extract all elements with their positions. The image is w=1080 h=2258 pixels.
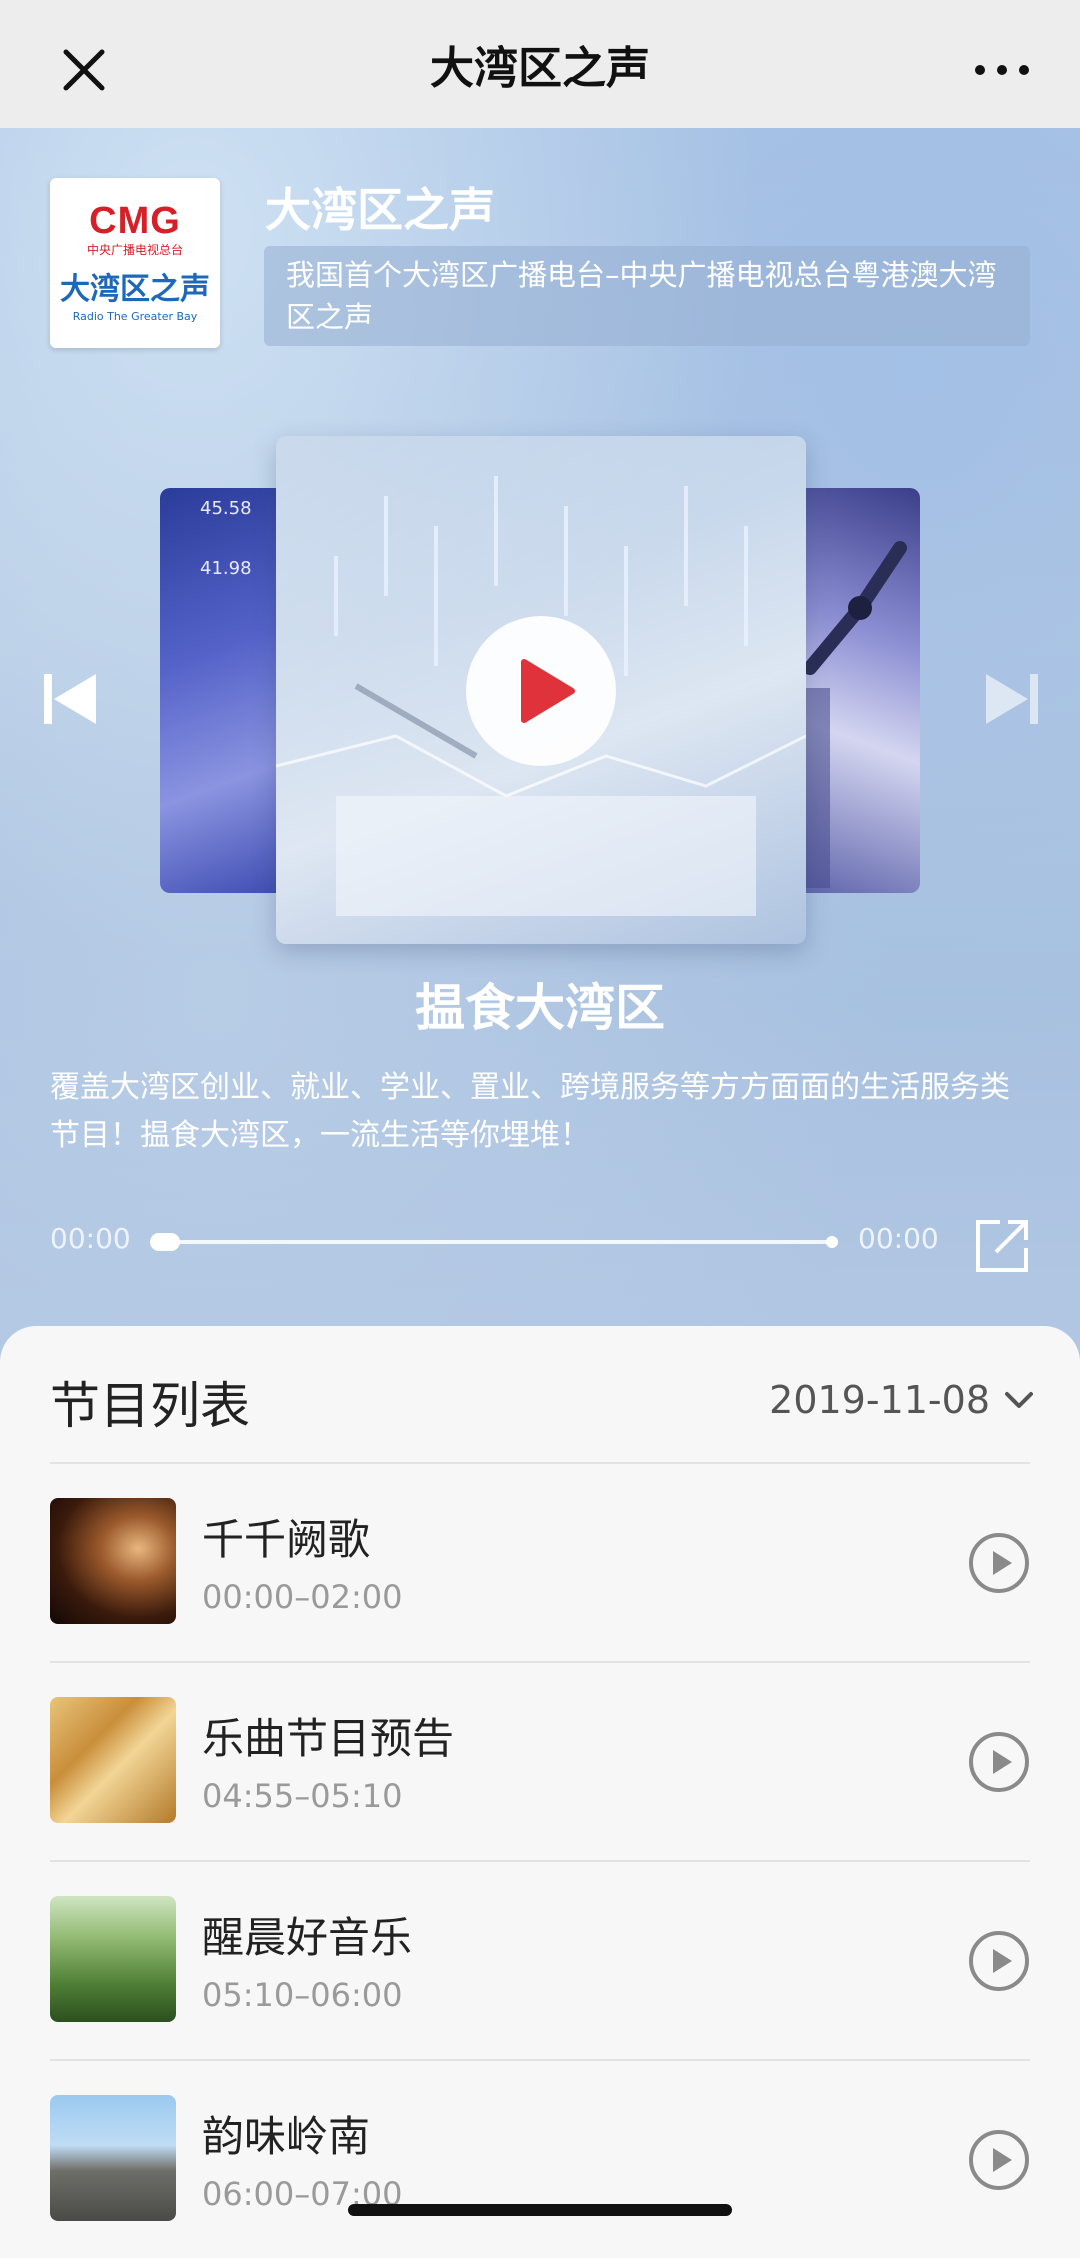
date-picker-value: 2019-11-08 — [769, 1378, 990, 1422]
current-time: 00:00 — [50, 1222, 131, 1255]
program-thumbnail — [50, 2095, 176, 2221]
program-item-time: 00:00–02:00 — [202, 1578, 403, 1616]
total-time: 00:00 — [858, 1222, 939, 1255]
card-number: 41.98 — [200, 558, 252, 579]
page-title: 大湾区之声 — [430, 43, 650, 94]
play-circle-icon[interactable] — [968, 2129, 1030, 2191]
program-description: 覆盖大湾区创业、就业、学业、置业、跨境服务等方方面面的生活服务类节目！揾食大湾区… — [50, 1070, 1010, 1153]
next-track-icon[interactable] — [982, 670, 1042, 728]
schedule-sheet: 节目列表 2019-11-08 千千阙歌 00:00–02:00 乐曲节目预告 … — [0, 1326, 1080, 2237]
list-item[interactable]: 醒晨好音乐 05:10–06:00 — [50, 1862, 1030, 2061]
list-item[interactable]: 乐曲节目预告 04:55–05:10 — [50, 1663, 1030, 1862]
list-item[interactable]: 韵味岭南 06:00–07:00 — [50, 2061, 1030, 2258]
progress-end-dot — [826, 1236, 838, 1248]
date-picker[interactable]: 2019-11-08 — [769, 1372, 1034, 1428]
program-list: 千千阙歌 00:00–02:00 乐曲节目预告 04:55–05:10 醒晨好音… — [0, 1464, 1080, 2258]
program-item-time: 05:10–06:00 — [202, 1976, 403, 2014]
share-icon[interactable] — [970, 1214, 1034, 1278]
schedule-title: 节目列表 — [50, 1377, 250, 1435]
program-thumbnail — [50, 1697, 176, 1823]
list-item[interactable]: 千千阙歌 00:00–02:00 — [50, 1464, 1030, 1663]
play-circle-icon[interactable] — [968, 1731, 1030, 1793]
previous-track-icon[interactable] — [40, 670, 100, 728]
play-button[interactable] — [466, 616, 616, 766]
program-item-title: 千千阙歌 — [202, 1515, 371, 1564]
station-name: 大湾区之声 — [265, 183, 495, 237]
logo-sub-text: 中央广播电视总台 — [86, 243, 183, 257]
program-item-time: 04:55–05:10 — [202, 1777, 403, 1815]
station-description: 我国首个大湾区广播电台–中央广播电视总台粤港澳大湾区之声 — [264, 246, 1030, 346]
home-indicator[interactable] — [348, 2204, 732, 2216]
card-number: 45.58 — [200, 498, 252, 519]
program-title: 揾食大湾区 — [415, 979, 665, 1037]
logo-cmg-text: CMG — [89, 200, 181, 242]
play-circle-icon[interactable] — [968, 1930, 1030, 1992]
program-item-title: 乐曲节目预告 — [202, 1714, 455, 1763]
chevron-down-icon — [1005, 1392, 1033, 1408]
station-logo: CMG 中央广播电视总台 大湾区之声 Radio The Greater Bay — [50, 178, 220, 348]
logo-en-text: Radio The Greater Bay — [72, 310, 198, 323]
program-item-title: 醒晨好音乐 — [202, 1913, 413, 1962]
play-circle-icon[interactable] — [968, 1532, 1030, 1594]
program-thumbnail — [50, 1498, 176, 1624]
more-horizontal-icon[interactable] — [970, 46, 1034, 94]
progress-knob[interactable] — [150, 1233, 180, 1251]
nav-bar: 大湾区之声 — [0, 0, 1080, 128]
program-item-title: 韵味岭南 — [202, 2112, 371, 2161]
logo-cn-text: 大湾区之声 — [60, 272, 210, 307]
progress-track[interactable] — [156, 1240, 834, 1244]
program-thumbnail — [50, 1896, 176, 2022]
